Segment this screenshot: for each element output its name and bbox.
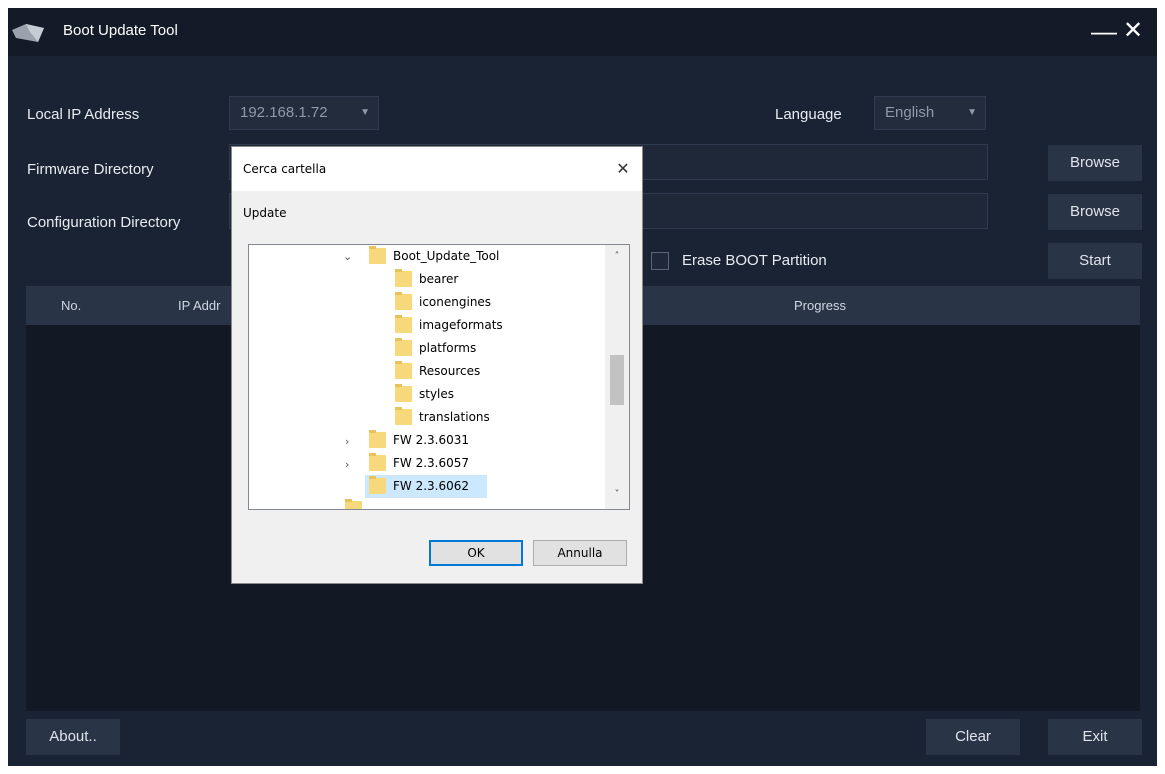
tree-item-label: Resources [419, 364, 481, 378]
scroll-down-icon[interactable]: ˅ [605, 487, 629, 503]
exit-button[interactable]: Exit [1048, 719, 1142, 755]
tree-item-label: styles [419, 387, 455, 401]
tree-item-label: Boot_Update_Tool [393, 249, 500, 263]
erase-boot-label: Erase BOOT Partition [682, 252, 827, 269]
app-logo-icon [12, 24, 44, 42]
scrollbar-thumb[interactable] [610, 355, 624, 405]
folder-icon [395, 315, 412, 333]
folder-icon [395, 384, 412, 402]
ok-button[interactable]: OK [429, 540, 523, 566]
window-title: Boot Update Tool [63, 22, 178, 39]
chevron-down-icon: ▼ [967, 107, 977, 118]
scroll-up-icon[interactable]: ˄ [605, 249, 629, 265]
tree-item-label: iconengines [419, 295, 492, 309]
local-ip-label: Local IP Address [27, 106, 140, 123]
minimize-button[interactable]: — [1091, 16, 1117, 46]
folder-icon [369, 246, 386, 264]
dialog-description: Update [243, 206, 287, 220]
dialog-close-button[interactable]: ✕ [610, 156, 636, 182]
configuration-directory-label: Configuration Directory [27, 214, 181, 231]
tree-item-label: platforms [419, 341, 477, 355]
language-value: English [885, 104, 935, 121]
clear-button[interactable]: Clear [926, 719, 1020, 755]
configuration-browse-button[interactable]: Browse [1048, 194, 1142, 230]
folder-icon [345, 499, 362, 509]
tree-item-label: imageformats [419, 318, 503, 332]
language-select[interactable]: English ▼ [874, 96, 986, 130]
folder-icon [395, 269, 412, 287]
dialog-title-bar[interactable]: Cerca cartella ✕ [232, 147, 642, 191]
chevron-down-icon: ▼ [360, 107, 370, 118]
firmware-directory-label: Firmware Directory [27, 161, 154, 178]
browse-folder-dialog: Cerca cartella ✕ Update ⌄ Boot_Update_To… [231, 146, 643, 584]
folder-icon [369, 430, 386, 448]
tree-item-label: FW 2.3.6062 [393, 479, 470, 493]
language-label: Language [775, 106, 842, 123]
chevron-right-icon[interactable]: › [345, 430, 349, 453]
title-bar[interactable]: Boot Update Tool — ✕ [8, 8, 1157, 56]
folder-tree[interactable]: ⌄ Boot_Update_Tool bearer iconengines im… [248, 244, 630, 510]
tree-item-label: FW 2.3.6057 [393, 456, 470, 470]
folder-icon [369, 453, 386, 471]
local-ip-value: 192.168.1.72 [240, 104, 328, 121]
close-button[interactable]: ✕ [1121, 16, 1145, 46]
folder-icon [395, 292, 412, 310]
column-header-progress[interactable]: Progress [794, 286, 846, 325]
tree-item-label: bearer [419, 272, 459, 286]
tree-item-label: FW 2.3.6031 [393, 433, 470, 447]
start-button[interactable]: Start [1048, 243, 1142, 279]
about-button[interactable]: About.. [26, 719, 120, 755]
cancel-button[interactable]: Annulla [533, 540, 627, 566]
folder-icon [395, 361, 412, 379]
folder-icon [369, 476, 386, 494]
firmware-browse-button[interactable]: Browse [1048, 145, 1142, 181]
local-ip-select[interactable]: 192.168.1.72 ▼ [229, 96, 379, 130]
folder-icon [395, 338, 412, 356]
column-header-no[interactable]: No. [61, 286, 81, 325]
erase-boot-checkbox[interactable] [651, 252, 669, 270]
chevron-down-icon[interactable]: ⌄ [343, 245, 352, 268]
dialog-title: Cerca cartella [243, 162, 327, 176]
chevron-right-icon[interactable]: › [345, 453, 349, 476]
folder-icon [395, 407, 412, 425]
column-header-ip-address[interactable]: IP Addr [178, 286, 220, 325]
tree-scrollbar[interactable]: ˄ ˅ [605, 245, 629, 509]
tree-item-label: translations [419, 410, 490, 424]
